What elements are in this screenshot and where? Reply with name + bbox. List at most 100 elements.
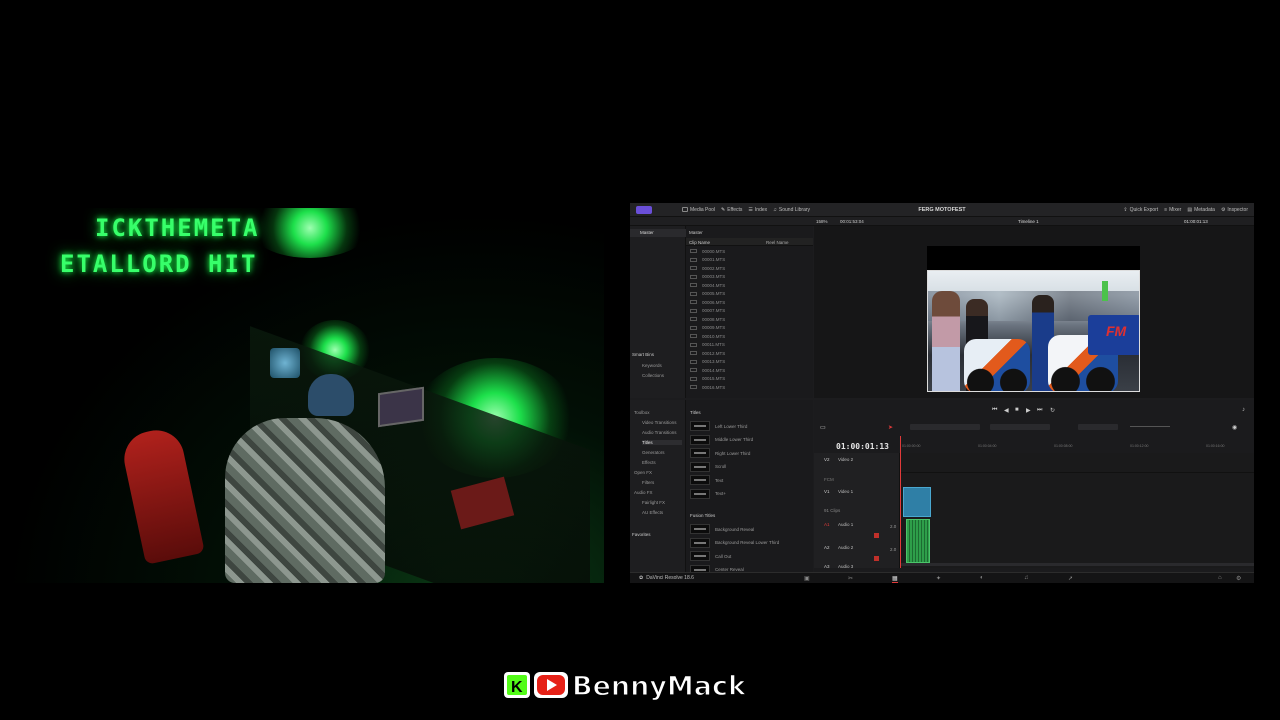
toolbox-item[interactable]: Filters bbox=[642, 480, 654, 485]
smart-bin-collections[interactable]: Collections bbox=[642, 373, 664, 378]
snapping-tools-group[interactable] bbox=[990, 424, 1050, 430]
track-a2-name[interactable]: Audio 2 bbox=[838, 545, 853, 550]
home-icon[interactable]: ⌂ bbox=[1218, 575, 1222, 581]
a2-record-button[interactable] bbox=[874, 556, 879, 561]
frame-image: FM bbox=[927, 270, 1140, 392]
clip-row[interactable]: 00016.MTS bbox=[690, 383, 810, 392]
index-button[interactable]: ☰ Index bbox=[748, 207, 767, 213]
bin-master[interactable]: Master bbox=[630, 229, 686, 237]
workspace-button[interactable] bbox=[636, 205, 652, 214]
clip-row[interactable]: 00007.MTS bbox=[690, 307, 810, 316]
track-v2-lane[interactable] bbox=[900, 453, 1254, 473]
video-clip[interactable] bbox=[903, 487, 931, 517]
play-icon[interactable]: ▶ bbox=[1026, 407, 1031, 414]
clip-row[interactable]: 00009.MTS bbox=[690, 324, 810, 333]
track-headers: V2 Video 2 FCM V1 Video 1 91 Clips A1 Au… bbox=[814, 453, 900, 569]
toolbox-item[interactable]: Open FX bbox=[634, 470, 652, 475]
loop-icon[interactable]: ↻ bbox=[1050, 407, 1055, 414]
favorites-header[interactable]: Favorites bbox=[632, 532, 651, 537]
timeline-options-icon[interactable]: ▭ bbox=[820, 424, 826, 431]
audio-icon[interactable]: ◉ bbox=[1232, 424, 1237, 431]
quick-export-button[interactable]: ⇪ Quick Export bbox=[1123, 207, 1158, 213]
smart-bin-keywords[interactable]: Keywords bbox=[642, 363, 662, 368]
toolbox-item[interactable]: Audio Transitions bbox=[642, 430, 677, 435]
toolbox-item[interactable]: Titles bbox=[642, 440, 682, 445]
effect-item[interactable]: Text bbox=[690, 474, 808, 486]
clip-row[interactable]: 00000.MTS bbox=[690, 247, 810, 256]
audio-clip[interactable] bbox=[906, 519, 930, 563]
list-breadcrumb: Master bbox=[689, 230, 703, 235]
reverse-icon[interactable]: ◀ bbox=[1004, 407, 1009, 414]
media-pool-button[interactable]: Media Pool bbox=[682, 207, 715, 213]
clip-row[interactable]: 00012.MTS bbox=[690, 349, 810, 358]
deliver-page-icon[interactable]: ➚ bbox=[1068, 575, 1073, 582]
clip-row[interactable]: 00011.MTS bbox=[690, 341, 810, 350]
viewer-frame[interactable]: FM bbox=[927, 246, 1140, 392]
media-page-icon[interactable]: ▣ bbox=[804, 575, 810, 582]
stop-icon[interactable]: ■ bbox=[1015, 407, 1019, 413]
track-v2-name[interactable]: Video 2 bbox=[838, 457, 853, 462]
toolbox-item[interactable]: Effects bbox=[642, 460, 656, 465]
fusion-page-icon[interactable]: ✦ bbox=[936, 575, 941, 582]
zoom-tools-group[interactable] bbox=[1078, 424, 1118, 430]
effect-item[interactable]: Background Reveal bbox=[690, 523, 808, 535]
clip-row[interactable]: 00010.MTS bbox=[690, 332, 810, 341]
col-clip-name[interactable]: Clip Name bbox=[689, 240, 710, 245]
horizontal-scrollbar[interactable] bbox=[900, 563, 1254, 566]
toolbox-item[interactable]: Generators bbox=[642, 450, 665, 455]
zoom-level[interactable]: 158% bbox=[816, 219, 828, 224]
toolbox-item[interactable]: Video Transitions bbox=[642, 420, 676, 425]
effect-item[interactable]: Right Lower Third bbox=[690, 447, 808, 459]
smart-bins-header: Smart Bins bbox=[632, 352, 655, 357]
effect-item[interactable]: Text+ bbox=[690, 488, 808, 500]
edit-tools-group[interactable] bbox=[910, 424, 980, 430]
effect-item[interactable]: Call Out bbox=[690, 550, 808, 562]
clip-row[interactable]: 00005.MTS bbox=[690, 290, 810, 299]
timeline-ruler[interactable]: 01:00:00:00 01:00:04:00 01:00:08:00 01:00:1… bbox=[900, 444, 1254, 452]
toolbox-item[interactable]: Audio FX bbox=[634, 490, 653, 495]
effects-button[interactable]: ✎ Effects bbox=[721, 207, 742, 213]
clip-row[interactable]: 00015.MTS bbox=[690, 375, 810, 384]
clip-row[interactable]: 00002.MTS bbox=[690, 264, 810, 273]
clip-row[interactable]: 00004.MTS bbox=[690, 281, 810, 290]
edit-page-icon[interactable]: ▦ bbox=[892, 575, 898, 583]
metadata-button[interactable]: ▤ Metadata bbox=[1187, 207, 1215, 213]
timeline-selector[interactable]: Timeline 1 bbox=[1018, 219, 1039, 224]
clip-row[interactable]: 00003.MTS bbox=[690, 273, 810, 282]
selection-tool-icon[interactable]: ➤ bbox=[888, 424, 893, 431]
toolbox-item[interactable]: Toolbox bbox=[634, 410, 650, 415]
effect-item[interactable]: Scroll bbox=[690, 461, 808, 473]
clip-row[interactable]: 00001.MTS bbox=[690, 256, 810, 265]
zoom-slider[interactable] bbox=[1130, 426, 1170, 427]
clip-thumbnail-icon bbox=[690, 300, 697, 305]
clip-thumbnail-icon bbox=[690, 359, 697, 364]
settings-icon[interactable]: ⚙ bbox=[1236, 575, 1241, 582]
clip-row[interactable]: 00006.MTS bbox=[690, 298, 810, 307]
sound-library-button[interactable]: ♫ Sound Library bbox=[773, 207, 810, 213]
clip-row[interactable]: 00014.MTS bbox=[690, 366, 810, 375]
fairlight-page-icon[interactable]: ♫ bbox=[1024, 575, 1029, 581]
toolbox-item[interactable]: Fairlight FX bbox=[642, 500, 665, 505]
color-page-icon[interactable]: ◐ bbox=[980, 575, 984, 581]
track-v1-name[interactable]: Video 1 bbox=[838, 489, 853, 494]
inspector-button[interactable]: ⚙ Inspector bbox=[1221, 207, 1248, 213]
clip-row[interactable]: 00008.MTS bbox=[690, 315, 810, 324]
clip-thumbnail-icon bbox=[690, 283, 697, 288]
top-toolbar-right: ⇪ Quick Export ≡ Mixer ▤ Metadata ⚙ Inspecto… bbox=[1117, 203, 1248, 217]
playhead[interactable] bbox=[900, 436, 901, 568]
effect-item[interactable]: Left Lower Third bbox=[690, 420, 808, 432]
clip-row[interactable]: 00013.MTS bbox=[690, 358, 810, 367]
go-to-end-icon[interactable]: ⏭ bbox=[1037, 407, 1042, 414]
a1-record-button[interactable] bbox=[874, 533, 879, 538]
col-reel-name[interactable]: Reel Name bbox=[766, 240, 789, 245]
track-a1-name[interactable]: Audio 1 bbox=[838, 522, 853, 527]
clip-name: 00011.MTS bbox=[702, 342, 725, 348]
volume-icon[interactable]: ♪ bbox=[1242, 407, 1245, 413]
toolbox-item[interactable]: AU Effects bbox=[642, 510, 663, 515]
effect-item[interactable]: Middle Lower Third bbox=[690, 434, 808, 446]
cut-page-icon[interactable]: ✂ bbox=[848, 575, 853, 582]
mixer-button[interactable]: ≡ Mixer bbox=[1164, 207, 1181, 213]
effect-item[interactable]: Background Reveal Lower Third bbox=[690, 537, 808, 549]
go-to-start-icon[interactable]: ⏮ bbox=[992, 407, 997, 414]
track-a3-name[interactable]: Audio 3 bbox=[838, 564, 853, 569]
